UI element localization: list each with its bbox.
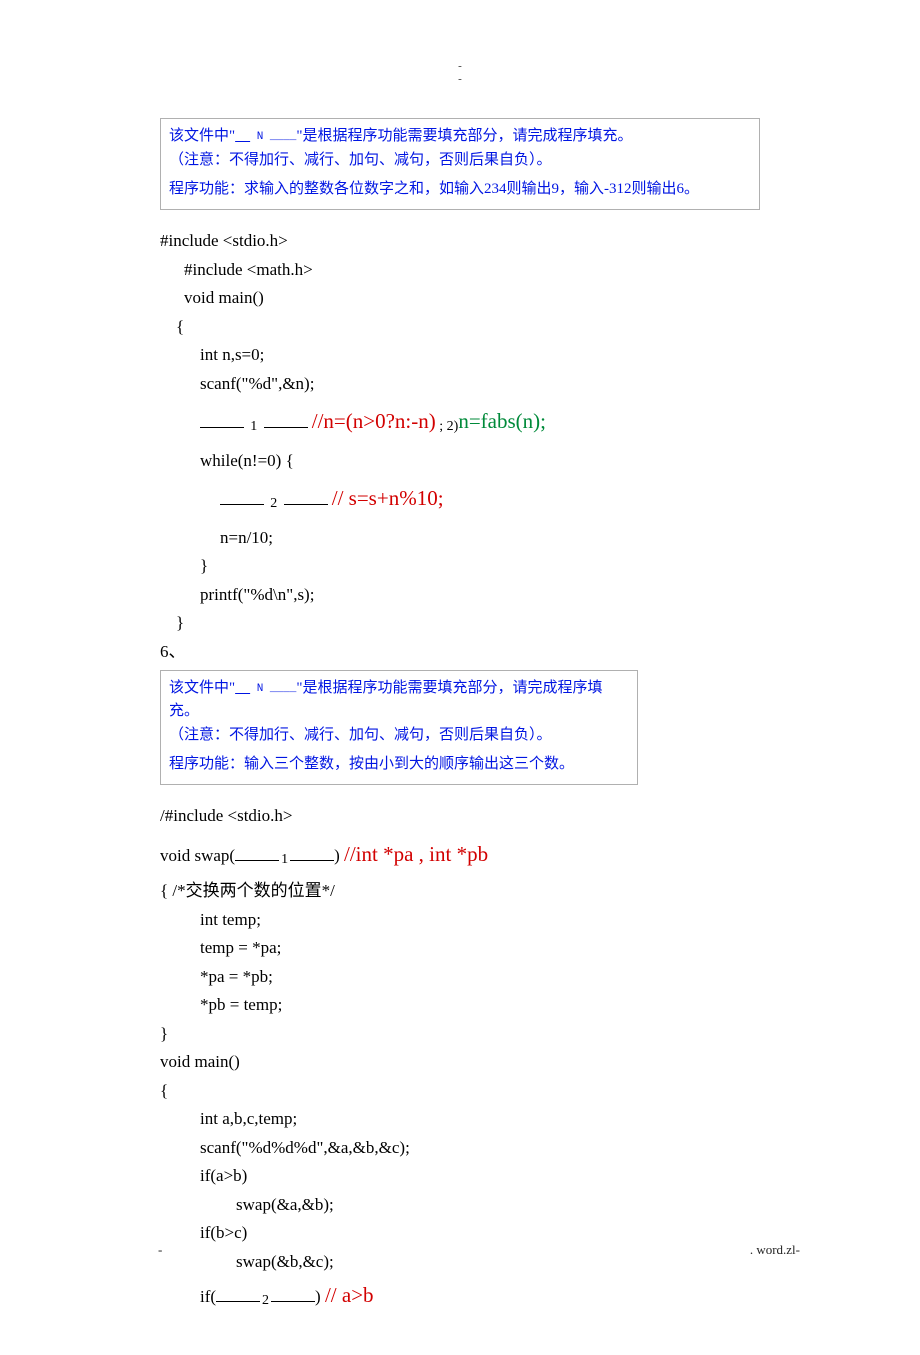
blank-underscore <box>235 844 279 860</box>
c2-12: scanf("%d%d%d",&a,&b,&c); <box>160 1135 760 1161</box>
c1-02: #include <math.h> <box>160 257 760 283</box>
c2-01: /#include <stdio.h> <box>160 803 760 829</box>
c2-08: } <box>160 1021 760 1047</box>
code-block-2: /#include <stdio.h> void swap( 1) //int *… <box>160 803 760 1312</box>
blank-underscore <box>216 1286 260 1302</box>
box2-n: N ____ <box>250 683 296 695</box>
c2-17-line: if( 2) // a>b <box>160 1280 760 1312</box>
c2-02a: void swap( <box>160 846 235 865</box>
c2-04: int temp; <box>160 907 760 933</box>
blank-underscore <box>264 412 308 428</box>
c2-14: swap(&a,&b); <box>160 1192 760 1218</box>
c2-b1num: 1 <box>279 852 290 867</box>
c1-10: n=n/10; <box>160 525 760 551</box>
box1-line3: 程序功能：求输入的整数各位数字之和，如输入234则输出9，输入-312则输出6。 <box>169 178 751 201</box>
blank2-num: 2 <box>268 496 279 511</box>
problem-box-2: 该文件中" N ____"是根据程序功能需要填充部分，请完成程序填充。 （注意：… <box>160 670 638 785</box>
top-dash-1: - <box>160 60 760 73</box>
c2-07: *pb = temp; <box>160 992 760 1018</box>
c2-13: if(a>b) <box>160 1163 760 1189</box>
c2-answer2: // a>b <box>325 1283 374 1307</box>
c2-answer1: //int *pa , int *pb <box>344 842 488 866</box>
box2-l1a: 该文件中" <box>169 680 235 696</box>
box1-line1: 该文件中" N ____"是根据程序功能需要填充部分，请完成程序填充。 <box>169 125 751 148</box>
box1-n: N ____ <box>250 131 296 143</box>
answer-1a: //n=(n>0?n:-n) <box>312 409 436 433</box>
separator-6: 6、 <box>160 639 760 665</box>
answer-1mid: ; 2) <box>436 419 459 434</box>
box1-blank-left <box>235 128 250 144</box>
answer-1b: n=fabs(n); <box>458 409 546 433</box>
c1-11: } <box>160 553 760 579</box>
box2-line3: 程序功能：输入三个整数，按由小到大的顺序输出这三个数。 <box>169 753 629 776</box>
c2-02-line: void swap( 1) //int *pa , int *pb <box>160 839 760 871</box>
c2-09: void main() <box>160 1049 760 1075</box>
box1-l1a: 该文件中" <box>169 128 235 144</box>
c2-10: { <box>160 1078 760 1104</box>
code-block-1: #include <stdio.h> #include <math.h> voi… <box>160 228 760 636</box>
c2-11: int a,b,c,temp; <box>160 1106 760 1132</box>
blank-underscore <box>284 489 328 505</box>
footer-left: - <box>158 1242 162 1258</box>
c1-blank1-line: 1 //n=(n>0?n:-n) ; 2)n=fabs(n); <box>160 406 760 438</box>
box2-blank-left <box>235 680 250 696</box>
c2-05: temp = *pa; <box>160 935 760 961</box>
page-footer: - . word.zl- <box>158 1242 800 1258</box>
blank-underscore <box>271 1286 315 1302</box>
blank-underscore <box>220 489 264 505</box>
box1-line2: （注意：不得加行、减行、加句、减句，否则后果自负）。 <box>169 149 751 172</box>
box2-line1: 该文件中" N ____"是根据程序功能需要填充部分，请完成程序填充。 <box>169 677 629 724</box>
c2-17a: if( <box>200 1287 216 1306</box>
footer-right: . word.zl- <box>750 1242 800 1258</box>
c1-08: while(n!=0) { <box>160 448 760 474</box>
c1-03: void main() <box>160 285 760 311</box>
c2-b2num: 2 <box>260 1293 271 1308</box>
top-dash-2: - <box>160 73 760 86</box>
c1-blank2-line: 2 // s=s+n%10; <box>160 483 760 515</box>
c1-06: scanf("%d",&n); <box>160 371 760 397</box>
c2-06: *pa = *pb; <box>160 964 760 990</box>
blank1-num: 1 <box>248 419 259 434</box>
problem-box-1: 该文件中" N ____"是根据程序功能需要填充部分，请完成程序填充。 （注意：… <box>160 118 760 210</box>
page-content: - - 该文件中" N ____"是根据程序功能需要填充部分，请完成程序填充。 … <box>0 0 920 1355</box>
box1-l1c: "是根据程序功能需要填充部分，请完成程序填充。 <box>296 128 632 144</box>
answer-2: // s=s+n%10; <box>332 486 444 510</box>
box2-line2: （注意：不得加行、减行、加句、减句，否则后果自负）。 <box>169 724 629 747</box>
c1-01: #include <stdio.h> <box>160 228 760 254</box>
c1-04: { <box>160 314 760 340</box>
blank-underscore <box>290 844 334 860</box>
c1-05: int n,s=0; <box>160 342 760 368</box>
c1-12: printf("%d\n",s); <box>160 582 760 608</box>
c1-13: } <box>160 610 760 636</box>
blank-underscore <box>200 412 244 428</box>
c2-17b: ) <box>315 1287 321 1306</box>
c2-02b: ) <box>334 846 340 865</box>
c2-03: { /*交换两个数的位置*/ <box>160 878 760 904</box>
